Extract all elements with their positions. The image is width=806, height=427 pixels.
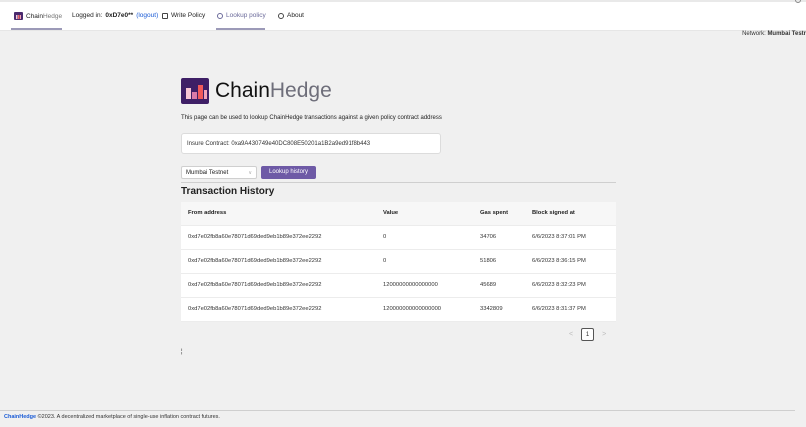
table-row: 0xd7e02fb8a60e78071d69ded9eb1b89e372ee22… bbox=[181, 273, 616, 298]
cell-value: 0 bbox=[376, 249, 473, 274]
clock-icon bbox=[217, 12, 223, 19]
nav-home-link[interactable]: ChainHedge bbox=[14, 12, 62, 20]
cell-block: 6/6/2023 8:32:23 PM bbox=[525, 273, 616, 298]
nav-lookup-policy[interactable]: Lookup policy bbox=[217, 12, 266, 19]
cell-gas: 45689 bbox=[473, 273, 525, 298]
pagination: < 1 > bbox=[569, 328, 606, 341]
footer-brand-link[interactable]: ChainHedge bbox=[4, 414, 36, 420]
top-navbar: ChainHedge Logged in: 0xD7e0** (logout) … bbox=[0, 0, 806, 31]
login-status: Logged in: 0xD7e0** (logout) bbox=[72, 12, 158, 19]
logo-bar bbox=[186, 88, 191, 99]
column-header-gas: Gas spent bbox=[473, 202, 525, 226]
transaction-table: From address Value Gas spent Block signe… bbox=[181, 202, 616, 322]
footer: ChainHedge ©2023. A decentralized market… bbox=[4, 414, 220, 420]
prev-page-icon[interactable]: < bbox=[569, 331, 573, 338]
column-header-value: Value bbox=[376, 202, 473, 226]
active-tab-underline-home bbox=[11, 28, 62, 30]
network-value: Mumbai Testr bbox=[767, 31, 806, 37]
chainhedge-logo-icon bbox=[181, 78, 209, 104]
cell-value: 12000000000000000 bbox=[376, 273, 473, 298]
question-icon bbox=[278, 12, 284, 19]
logo-bar bbox=[204, 90, 207, 99]
nav-write-policy[interactable]: Write Policy bbox=[162, 12, 205, 19]
page-logo: ChainHedge bbox=[181, 78, 332, 104]
table-row: 0xd7e02fb8a60e78071d69ded9eb1b89e372ee22… bbox=[181, 225, 616, 250]
cell-from: 0xd7e02fb8a60e78071d69ded9eb1b89e372ee22… bbox=[181, 297, 376, 322]
column-header-block: Block signed at bbox=[525, 202, 616, 226]
network-label: Network: bbox=[742, 31, 766, 37]
logo-bar bbox=[198, 85, 203, 99]
cell-value: 0 bbox=[376, 225, 473, 250]
lookup-history-button[interactable]: Lookup history bbox=[261, 166, 316, 179]
cell-gas: 51806 bbox=[473, 249, 525, 274]
nav-brand-chain: Chain bbox=[26, 12, 43, 20]
cell-value: 120000000000000000 bbox=[376, 297, 473, 322]
text-caret: ¦ bbox=[181, 349, 183, 355]
footer-text: ©2023. A decentralized marketplace of si… bbox=[37, 414, 220, 420]
user-address: 0xD7e0** bbox=[105, 12, 134, 19]
nav-lookup-policy-label: Lookup policy bbox=[226, 12, 266, 19]
page-1-button[interactable]: 1 bbox=[581, 328, 595, 341]
logout-link[interactable]: (logout) bbox=[136, 12, 158, 19]
window-control-icon[interactable] bbox=[795, 0, 801, 3]
edit-icon bbox=[162, 12, 168, 19]
table-row: 0xd7e02fb8a60e78071d69ded9eb1b89e372ee22… bbox=[181, 297, 616, 322]
chevron-down-icon: ∨ bbox=[248, 170, 252, 176]
cell-from: 0xd7e02fb8a60e78071d69ded9eb1b89e372ee22… bbox=[181, 273, 376, 298]
nav-about-label: About bbox=[287, 12, 304, 19]
nav-write-policy-label: Write Policy bbox=[171, 12, 206, 19]
cell-block: 6/6/2023 8:31:37 PM bbox=[525, 297, 616, 322]
logo-bar bbox=[192, 92, 197, 99]
footer-divider bbox=[0, 410, 795, 411]
page-title: ChainHedge bbox=[215, 79, 332, 103]
nav-about[interactable]: About bbox=[278, 12, 304, 19]
page-title-hedge: Hedge bbox=[269, 79, 332, 102]
transaction-history-title: Transaction History bbox=[181, 186, 275, 197]
nav-brand-hedge: Hedge bbox=[42, 12, 63, 20]
network-select-value: Mumbai Testnet bbox=[186, 170, 229, 176]
cell-from: 0xd7e02fb8a60e78071d69ded9eb1b89e372ee22… bbox=[181, 225, 376, 250]
next-page-icon[interactable]: > bbox=[602, 331, 606, 338]
chainhedge-logo-icon bbox=[14, 12, 23, 20]
logged-in-label: Logged in: bbox=[72, 12, 103, 19]
page-title-chain: Chain bbox=[215, 79, 270, 102]
section-divider bbox=[181, 182, 616, 183]
network-select[interactable]: Mumbai Testnet ∨ bbox=[181, 166, 257, 179]
contract-address-field[interactable]: Insure Contract: 0xa9A430749e40DC808E502… bbox=[181, 133, 441, 154]
network-indicator: Network: Mumbai Testr bbox=[742, 31, 806, 37]
browser-top-strip bbox=[0, 0, 806, 2]
cell-block: 6/6/2023 8:36:15 PM bbox=[525, 249, 616, 274]
cell-gas: 34706 bbox=[473, 225, 525, 250]
table-header-row: From address Value Gas spent Block signe… bbox=[181, 202, 616, 226]
table-row: 0xd7e02fb8a60e78071d69ded9eb1b89e372ee22… bbox=[181, 249, 616, 274]
active-tab-underline-lookup bbox=[216, 28, 265, 30]
column-header-from: From address bbox=[181, 202, 376, 226]
cell-from: 0xd7e02fb8a60e78071d69ded9eb1b89e372ee22… bbox=[181, 249, 376, 274]
cell-block: 6/6/2023 8:37:01 PM bbox=[525, 225, 616, 250]
page-description: This page can be used to lookup ChainHed… bbox=[181, 115, 442, 121]
cell-gas: 3342809 bbox=[473, 297, 525, 322]
